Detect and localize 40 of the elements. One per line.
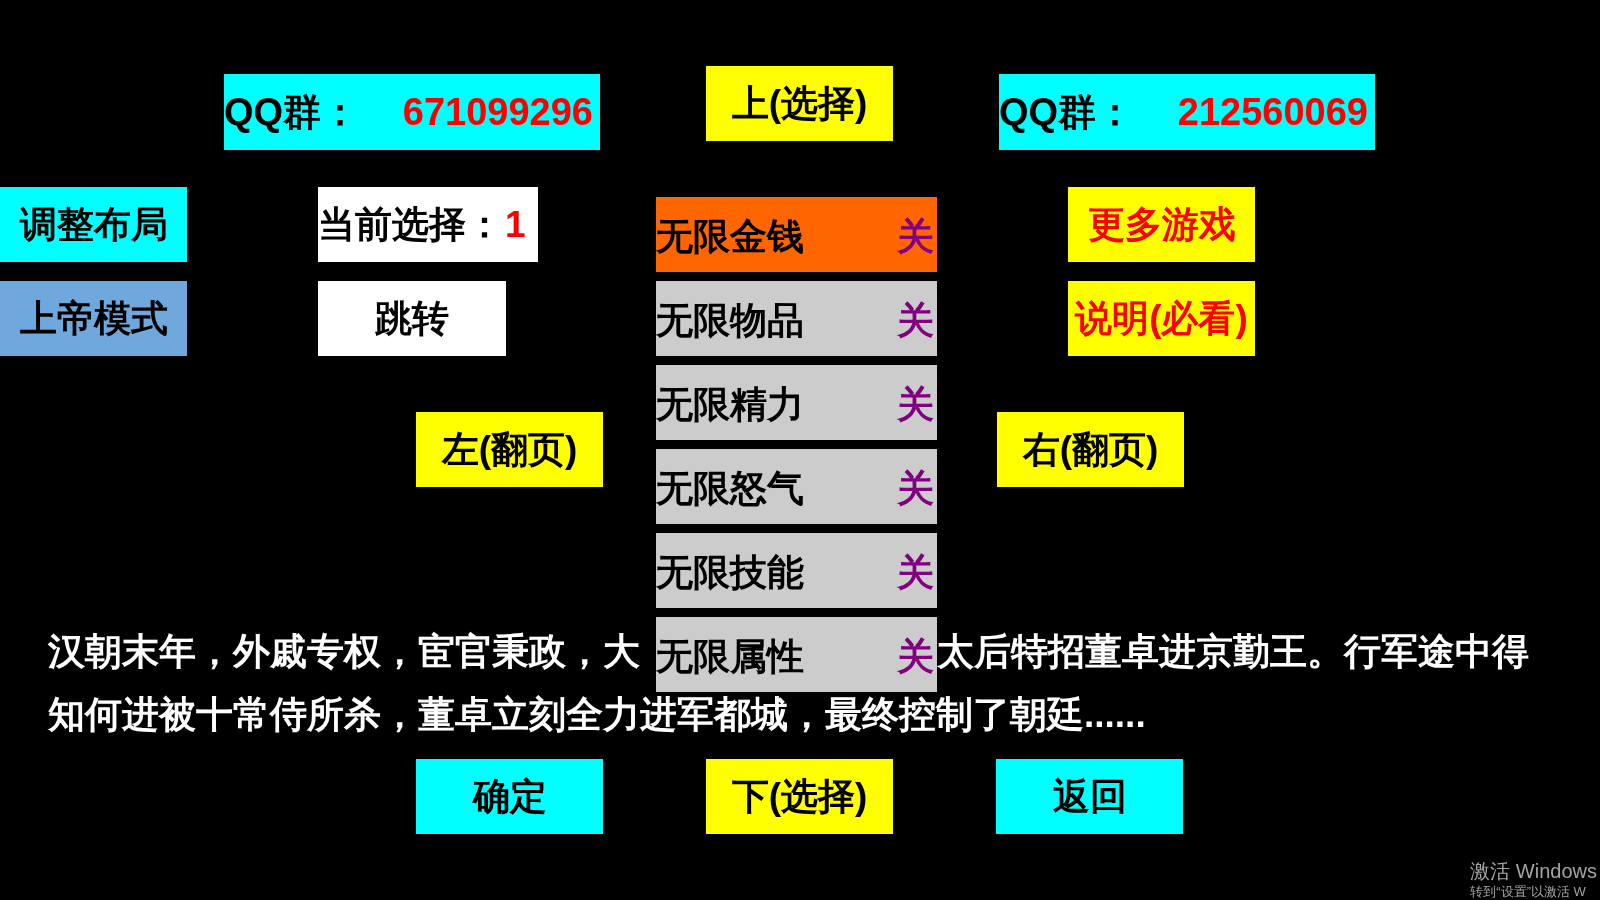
- cheat-option[interactable]: 无限属性 关: [656, 617, 937, 692]
- cheat-state: 关: [897, 638, 934, 675]
- cheat-state: 关: [897, 386, 934, 423]
- instructions-button[interactable]: 说明(必看): [1068, 281, 1255, 356]
- cheat-name: 无限物品: [656, 302, 804, 339]
- cheat-name: 无限技能: [656, 554, 804, 591]
- cheat-name: 无限怒气: [656, 470, 804, 507]
- previous-page-button[interactable]: 左(翻页): [416, 412, 603, 487]
- jump-button[interactable]: 跳转: [318, 281, 506, 356]
- confirm-button[interactable]: 确定: [416, 759, 603, 834]
- story-text: 知何进被十常侍所杀，董卓立刻全力进军都城，最终控制了朝廷......: [48, 696, 1147, 733]
- up-select-button[interactable]: 上(选择): [706, 66, 893, 141]
- cheat-option[interactable]: 无限金钱 关: [656, 197, 937, 272]
- cheat-name: 无限金钱: [656, 218, 804, 255]
- cheat-option[interactable]: 无限精力 关: [656, 365, 937, 440]
- next-page-button[interactable]: 右(翻页): [997, 412, 1184, 487]
- activation-notice-title: 激活 Windows: [1470, 859, 1597, 883]
- cheat-state: 关: [897, 470, 934, 507]
- current-selection-value: 1: [505, 206, 526, 243]
- qq-group-label: QQ群：: [224, 93, 360, 131]
- story-text: 太后特招董卓进京勤王。行军途中得: [937, 633, 1529, 670]
- cheat-option[interactable]: 无限怒气 关: [656, 449, 937, 524]
- qq-group-number: 212560069: [1177, 93, 1368, 131]
- qq-group-number: 671099296: [402, 93, 593, 131]
- cheat-option[interactable]: 无限技能 关: [656, 533, 937, 608]
- back-button[interactable]: 返回: [996, 759, 1183, 834]
- cheat-name: 无限属性: [656, 638, 804, 675]
- down-select-button[interactable]: 下(选择): [706, 759, 893, 834]
- qq-group-label: QQ群：: [999, 93, 1135, 131]
- cheat-state: 关: [897, 554, 934, 591]
- story-text: 汉朝末年，外戚专权，宦官秉政，大: [48, 633, 641, 670]
- cheat-state: 关: [897, 302, 934, 339]
- cheat-name: 无限精力: [656, 386, 804, 423]
- god-mode-button[interactable]: 上帝模式: [0, 281, 187, 356]
- cheat-state: 关: [897, 218, 934, 255]
- more-games-button[interactable]: 更多游戏: [1068, 187, 1255, 262]
- activation-notice-hint: 转到“设置”以激活 W: [1470, 883, 1586, 900]
- layout-button[interactable]: 调整布局: [0, 187, 187, 262]
- current-selection-label: 当前选择：: [318, 206, 503, 243]
- cheat-option[interactable]: 无限物品 关: [656, 281, 937, 356]
